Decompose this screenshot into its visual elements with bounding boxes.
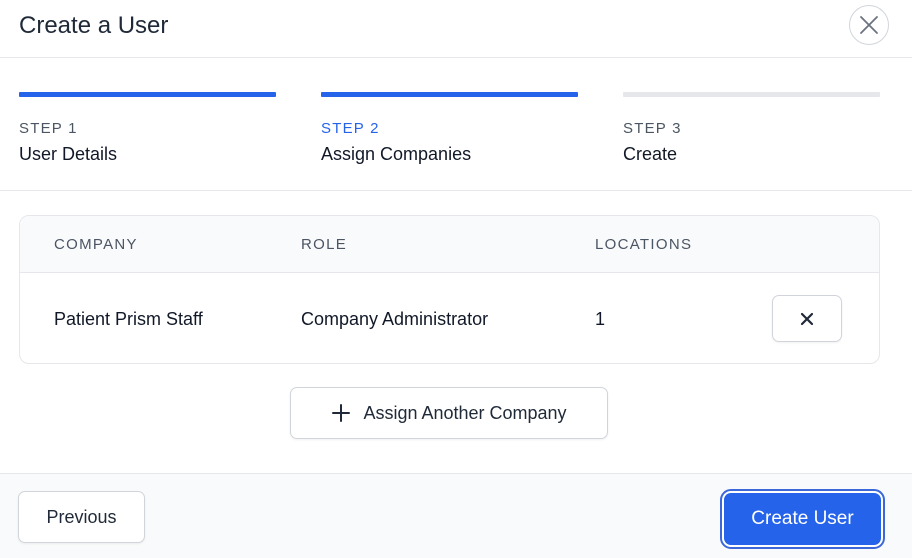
plus-icon [332,404,351,422]
stepper: STEP 1 User Details STEP 2 Assign Compan… [0,58,912,191]
step-name: Create [623,144,678,164]
role-cell: Company Administrator [301,309,489,329]
previous-button[interactable]: Previous [18,491,145,543]
assign-another-company-button[interactable]: Assign Another Company [290,387,608,439]
step-number: STEP 3 [623,120,682,137]
assign-another-company-label: Assign Another Company [363,403,567,423]
step-progress-bar [19,92,276,97]
create-user-button[interactable]: Create User [720,489,885,549]
step-progress-bar [623,92,880,97]
remove-icon [800,312,814,325]
close-button[interactable] [849,5,889,45]
step-number: STEP 1 [19,120,78,137]
step-number: STEP 2 [321,120,380,137]
create-user-modal: Create a User STEP 1 User Details STEP 2… [0,0,912,558]
create-user-label: Create User [724,493,881,545]
step-user-details: STEP 1 User Details [19,92,276,165]
step-name: User Details [19,144,118,164]
modal-footer: Previous Create User [0,473,912,558]
column-header-role: ROLE [301,236,348,253]
column-header-locations: LOCATIONS [595,236,693,253]
column-header-company: COMPANY [54,236,138,253]
company-cell: Patient Prism Staff [54,309,203,329]
table-row: Patient Prism Staff Company Administrato… [20,273,879,363]
step-name: Assign Companies [321,144,472,164]
step-assign-companies: STEP 2 Assign Companies [321,92,578,165]
modal-header: Create a User [0,0,912,58]
close-icon [860,16,878,34]
companies-table: COMPANY ROLE LOCATIONS Patient Prism Sta… [19,215,880,364]
remove-company-button[interactable] [772,295,842,342]
step-progress-bar [321,92,578,97]
locations-cell: 1 [595,309,606,329]
modal-title: Create a User [19,12,169,39]
table-header: COMPANY ROLE LOCATIONS [20,216,879,273]
step-create: STEP 3 Create [623,92,880,165]
